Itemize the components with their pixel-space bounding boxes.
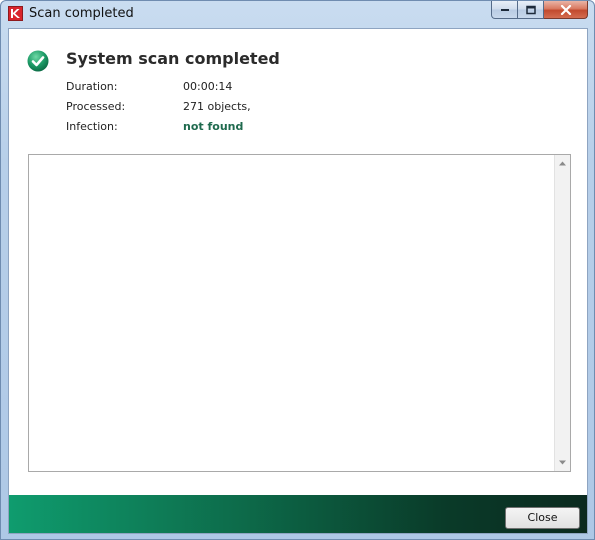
- infection-label: Infection:: [66, 120, 118, 133]
- scan-status-heading: System scan completed: [66, 49, 280, 68]
- window-title: Scan completed: [29, 6, 134, 21]
- kaspersky-logo-icon: [8, 6, 23, 21]
- infection-value: not found: [183, 120, 244, 133]
- checkmark-icon: [27, 50, 49, 72]
- duration-label: Duration:: [66, 80, 118, 93]
- minimize-button[interactable]: [491, 1, 518, 19]
- dialog-client-area: System scan completed Duration: 00:00:14…: [8, 28, 588, 534]
- scroll-up-arrow-icon[interactable]: [558, 159, 567, 168]
- scan-results-list[interactable]: [28, 154, 571, 472]
- close-window-button[interactable]: [544, 1, 588, 19]
- duration-value: 00:00:14: [183, 80, 233, 93]
- scan-completed-window: Scan completed System scan completed Dur…: [0, 0, 595, 540]
- scroll-down-arrow-icon[interactable]: [558, 458, 567, 467]
- close-button[interactable]: Close: [505, 507, 580, 529]
- caption-buttons: [491, 1, 588, 20]
- maximize-icon: [525, 5, 536, 14]
- processed-label: Processed:: [66, 100, 126, 113]
- title-bar[interactable]: Scan completed: [1, 1, 594, 27]
- processed-value: 271 objects,: [183, 100, 251, 113]
- vertical-scrollbar[interactable]: [554, 155, 570, 471]
- minimize-icon: [500, 8, 509, 11]
- footer-banner: [9, 495, 587, 533]
- maximize-button[interactable]: [518, 1, 544, 19]
- close-icon: [560, 4, 571, 15]
